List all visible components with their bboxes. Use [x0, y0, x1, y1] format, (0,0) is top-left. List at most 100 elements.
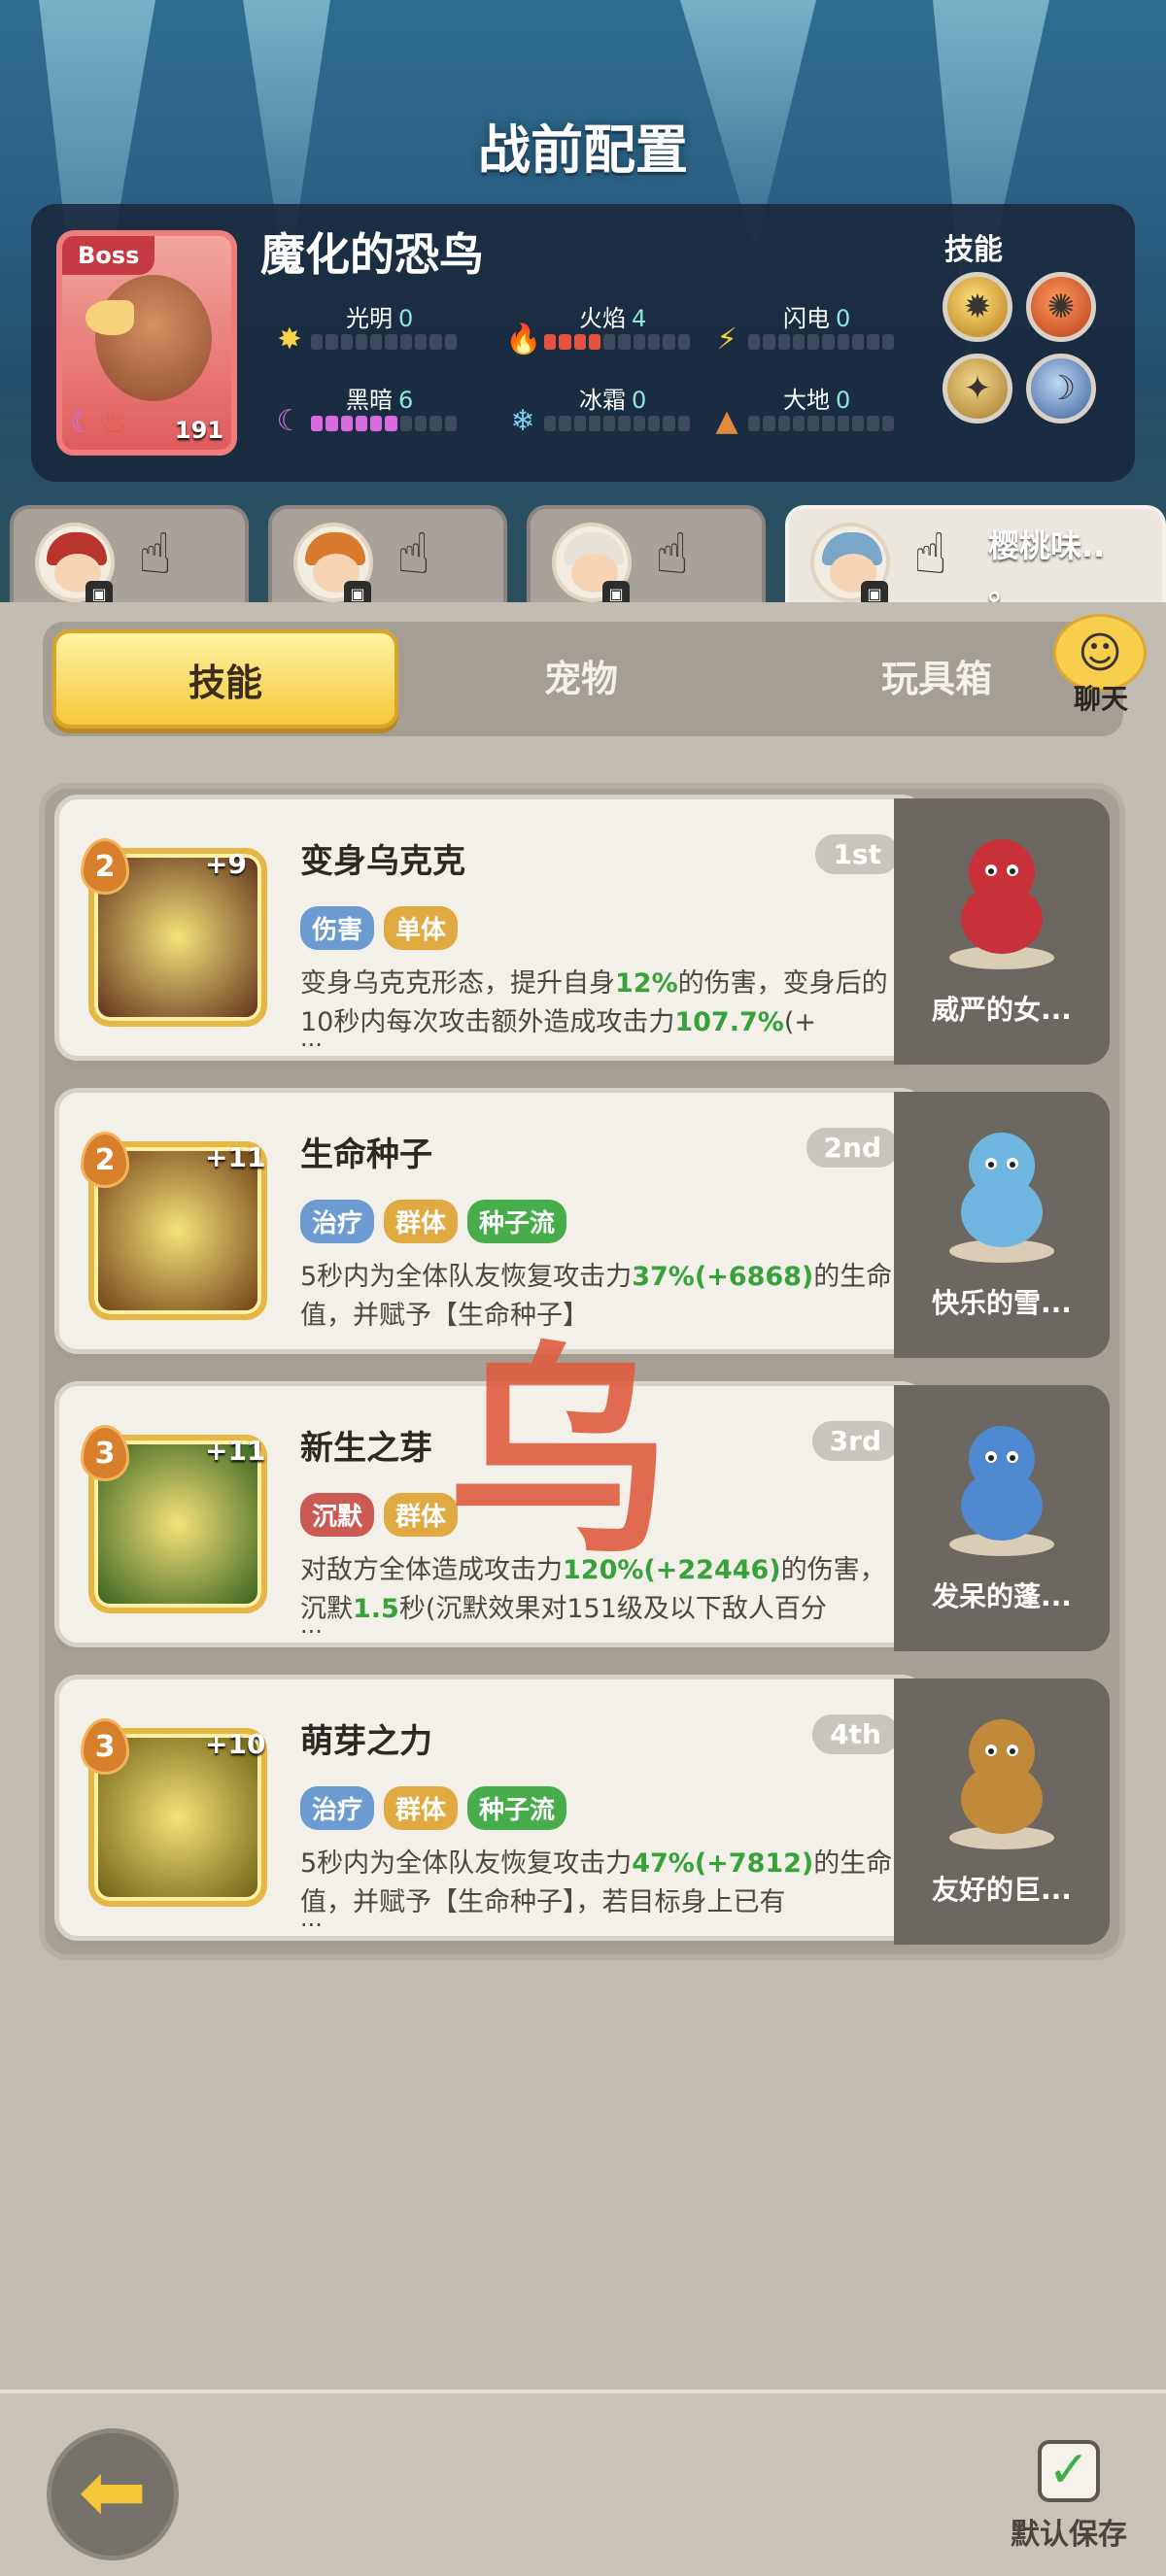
desc-value: 12% — [615, 968, 678, 999]
element-bar — [748, 334, 894, 350]
element-bar-segment — [633, 416, 646, 431]
element-value: 0 — [632, 387, 647, 414]
tab-skills[interactable]: 技能 — [52, 629, 398, 729]
element-bar-segment — [777, 416, 790, 431]
tap-hand-icon: ☝ — [913, 521, 948, 587]
skill-description-more: ... — [300, 1611, 323, 1639]
pet-name: 威严的女... — [932, 994, 1072, 1026]
skill-tag: 种子流 — [467, 1786, 567, 1830]
element-bar-segment — [415, 416, 428, 431]
boss-skill-slot-1[interactable]: ✹ — [943, 272, 1012, 342]
skill-level-badge: 3 — [81, 1718, 129, 1775]
skill-card[interactable]: 2 +9 变身乌克克 1st 伤害 单体 变身乌克克形态，提升自身12%的伤害，变身后的10… — [54, 795, 925, 1061]
element-bar-segment — [881, 334, 894, 350]
chat-button[interactable]: ☺ 聊天 — [1047, 610, 1154, 717]
boss-skill-slot-2[interactable]: ✺ — [1026, 272, 1096, 342]
element-bar-segment — [355, 334, 368, 350]
tab-pets[interactable]: 宠物 — [408, 629, 754, 729]
skill-rank-badge: 4th — [812, 1714, 899, 1754]
team-member-tab-1[interactable]: ☝ ▣ — [10, 505, 249, 612]
sun-icon: ✸ — [277, 322, 302, 356]
element-name: 大地 — [783, 387, 830, 414]
boss-skill-3-icon: ✦ — [963, 369, 992, 408]
skill-bonus: +11 — [205, 1435, 266, 1467]
desc-text: 秒(沉默效果对151级及以下敌人百分 — [398, 1594, 827, 1624]
boss-skill-2-icon: ✺ — [1046, 288, 1076, 326]
element-stat-0: 光明 0 ✸ — [272, 303, 466, 356]
member-name: 樱桃味.. 。 — [988, 527, 1106, 607]
element-bar-segment — [340, 334, 353, 350]
element-bar-segment — [603, 334, 616, 350]
element-bar-segment — [311, 334, 324, 350]
element-bar-segment — [822, 334, 835, 350]
default-save-label: 默认保存 — [1011, 2518, 1127, 2552]
element-bar-segment — [573, 334, 586, 350]
moon-icon: ☾ — [276, 404, 303, 438]
element-value: 0 — [836, 305, 851, 332]
skill-card[interactable]: 3 +10 萌芽之力 4th 治疗 群体 种子流 5秒内为全体队友恢复攻击力47%(+7812… — [54, 1675, 925, 1941]
element-bar-segment — [881, 416, 894, 431]
skill-tag: 伤害 — [300, 906, 375, 950]
element-bar-segment — [807, 416, 820, 431]
skill-name: 变身乌克克 — [300, 842, 465, 881]
element-stat-1: 火焰 4 🔥 — [505, 303, 700, 356]
element-bar-segment — [748, 416, 761, 431]
skill-tags: 伤害 单体 — [300, 906, 459, 950]
boss-skill-slot-3[interactable]: ✦ — [943, 354, 1012, 424]
element-bar-segment — [867, 334, 879, 350]
element-bar-segment — [385, 334, 397, 350]
element-bar-segment — [415, 334, 428, 350]
skill-description: 5秒内为全体队友恢复攻击力47%(+7812)的生命值，并赋予【生命种子】，若目… — [300, 1845, 903, 1922]
back-arrow-icon: ⬅ — [78, 2444, 148, 2539]
element-name: 火焰 — [579, 305, 626, 332]
skill-bonus: +10 — [205, 1728, 266, 1760]
back-button[interactable]: ⬅ — [47, 2428, 179, 2560]
element-bar-segment — [326, 334, 338, 350]
element-bar-segment — [748, 334, 761, 350]
boss-bird-image — [95, 275, 212, 401]
pet-card[interactable]: 威严的女... — [894, 798, 1110, 1065]
element-bar — [544, 334, 690, 350]
boss-skill-slot-4[interactable]: ☽ — [1026, 354, 1096, 424]
element-bar-segment — [648, 334, 661, 350]
element-bar-segment — [370, 416, 383, 431]
element-bar — [544, 416, 690, 431]
skill-rank-badge: 3rd — [811, 1421, 899, 1461]
element-stat-3: 黑暗 6 ☾ — [272, 385, 466, 438]
pet-card[interactable]: 发呆的蓬... — [894, 1385, 1110, 1651]
element-name: 闪电 — [783, 305, 830, 332]
tap-hand-icon: ☝ — [138, 521, 173, 587]
element-bar-segment — [444, 334, 457, 350]
team-member-tab-4[interactable]: ☝ ▣ 樱桃味.. 。 — [785, 505, 1166, 612]
desc-text: 变身乌克克形态，提升自身 — [300, 968, 615, 999]
skill-tag: 治疗 — [300, 1786, 375, 1830]
element-bar-segment — [559, 416, 571, 431]
fire-element-icon: ♨ — [101, 406, 127, 440]
skill-tags: 治疗 群体 种子流 — [300, 1200, 567, 1243]
element-value: 0 — [398, 305, 414, 332]
skill-tags: 沉默 群体 — [300, 1493, 459, 1537]
boss-name: 魔化的恐鸟 — [260, 228, 484, 281]
element-bar-segment — [559, 334, 571, 350]
desc-text: 5秒内为全体队友恢复攻击力 — [300, 1848, 633, 1879]
desc-text: (+ — [783, 1007, 816, 1037]
element-bar-segment — [326, 416, 338, 431]
skill-name: 萌芽之力 — [300, 1722, 432, 1761]
pet-card[interactable]: 友好的巨... — [894, 1678, 1110, 1945]
element-bar-segment — [792, 416, 806, 431]
element-bar-segment — [867, 416, 879, 431]
team-member-tab-3[interactable]: ☝ ▣ — [527, 505, 766, 612]
skill-tag: 群体 — [384, 1200, 459, 1243]
element-bar-segment — [763, 334, 775, 350]
boss-portrait-card[interactable]: Boss ☾ ♨ 191 — [56, 230, 237, 456]
element-stat-5: 大地 0 ▲ — [709, 385, 904, 438]
element-name: 光明 — [346, 305, 393, 332]
element-bar-segment — [370, 334, 383, 350]
pet-name: 快乐的雪... — [932, 1287, 1072, 1319]
desc-value: 47%(+7812) — [632, 1848, 814, 1879]
team-member-tab-2[interactable]: ☝ ▣ — [268, 505, 507, 612]
default-save-checkbox[interactable]: ✓ — [1038, 2440, 1100, 2502]
pet-card[interactable]: 快乐的雪... — [894, 1092, 1110, 1358]
chat-label: 聊天 — [1073, 683, 1128, 715]
boss-skills-label: 技能 — [944, 233, 1003, 267]
